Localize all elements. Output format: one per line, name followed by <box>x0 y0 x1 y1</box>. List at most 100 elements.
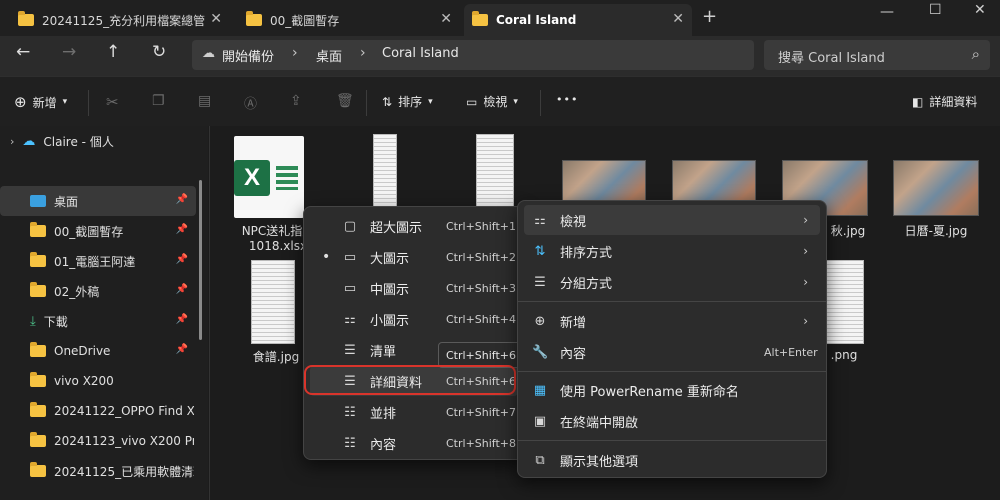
file-item-doc[interactable] <box>373 134 397 216</box>
divider <box>366 90 367 116</box>
sidebar-item-downloads[interactable]: ⤓ 下載 📌 <box>0 306 196 336</box>
menu-item-large-icons[interactable]: • ▭ 大圖示 Ctrl+Shift+2 <box>310 242 518 272</box>
sidebar-item-onedrive[interactable]: OneDrive 📌 <box>0 336 196 366</box>
maximize-button[interactable]: ☐ <box>929 2 942 18</box>
sidebar-item-desktop[interactable]: 桌面 📌 <box>0 186 196 216</box>
delete-icon[interactable]: 🗑 <box>336 93 354 109</box>
sidebar-item-label: 00_截圖暫存 <box>54 224 124 239</box>
sort-button[interactable]: ⇅ 排序 ▾ <box>382 93 433 110</box>
tab-screenshot-guide[interactable]: 20241125_充分利用檔案總管 ✕ <box>10 4 230 36</box>
back-arrow-icon[interactable]: ← <box>16 42 30 62</box>
divider <box>518 301 826 302</box>
chevron-right-icon[interactable]: › <box>292 45 298 61</box>
new-button[interactable]: ⊕ 新增 ▾ <box>14 93 67 111</box>
sidebar-scrollbar[interactable] <box>199 180 202 340</box>
minimize-button[interactable]: — <box>880 4 894 20</box>
sidebar-item-software-cleanup[interactable]: 20241125_已乘用軟體清理 <box>0 456 196 486</box>
sidebar-item-label: 20241122_OPPO Find X8 ... <box>54 404 194 418</box>
new-tab-button[interactable]: + <box>702 6 717 27</box>
view-submenu: ▢ 超大圖示 Ctrl+Shift+1 • ▭ 大圖示 Ctrl+Shift+2… <box>303 206 525 460</box>
menu-item-properties[interactable]: 🔧 內容 Alt+Enter <box>524 337 820 367</box>
tab-bar: 20241125_充分利用檔案總管 ✕ 00_截圖暫存 ✕ Coral Isla… <box>0 0 1000 36</box>
menu-item-small-icons[interactable]: ⚏ 小圖示 Ctrl+Shift+4 <box>310 304 518 334</box>
view-button[interactable]: ▭ 檢視 ▾ <box>466 93 518 110</box>
chevron-right-icon[interactable]: › <box>10 135 14 148</box>
share-icon[interactable]: ⇪ <box>290 93 302 109</box>
close-icon[interactable]: ✕ <box>440 11 452 27</box>
tiles-icon: ☷ <box>344 404 356 420</box>
search-icon[interactable]: ⌕ <box>972 45 980 63</box>
sidebar-item-label: 02_外稿 <box>54 284 100 299</box>
menu-item-powerrename[interactable]: ▦ 使用 PowerRename 重新命名 <box>524 375 820 405</box>
menu-item-view[interactable]: ⚏ 檢視 › <box>524 205 820 235</box>
menu-item-group-by[interactable]: ☰ 分組方式 › <box>524 267 820 297</box>
rename-icon[interactable]: Ⓐ <box>244 93 257 112</box>
menu-item-new[interactable]: ⊕ 新增 › <box>524 306 820 336</box>
tab-label: 20241125_充分利用檔案總管 <box>42 13 206 28</box>
file-item-doc[interactable] <box>476 134 514 216</box>
search-input[interactable]: 搜尋 Coral Island <box>778 47 885 66</box>
breadcrumb-root[interactable]: 開始備份 <box>222 46 274 65</box>
sidebar-item-screenshot-temp[interactable]: 00_截圖暫存 📌 <box>0 216 196 246</box>
menu-item-extra-large-icons[interactable]: ▢ 超大圖示 Ctrl+Shift+1 <box>310 211 518 241</box>
menu-item-label: 在終端中開啟 <box>560 415 639 431</box>
breadcrumb-coral-island[interactable]: Coral Island <box>382 46 459 61</box>
file-item-recipe[interactable] <box>251 260 295 344</box>
copy-icon[interactable]: ❐ <box>152 93 165 109</box>
divider <box>518 371 826 372</box>
menu-item-medium-icons[interactable]: ▭ 中圖示 Ctrl+Shift+3 <box>310 273 518 303</box>
terminal-icon: ▣ <box>533 413 547 429</box>
powerrename-icon: ▦ <box>533 382 547 398</box>
large-icons-icon: ▭ <box>343 249 357 265</box>
file-item-png[interactable] <box>826 260 864 344</box>
shortcut-label: Alt+Enter <box>764 345 818 359</box>
sidebar-item-label: 桌面 <box>54 194 79 209</box>
tab-coral-island[interactable]: Coral Island ✕ <box>464 4 692 36</box>
sidebar-item-oppo[interactable]: 20241122_OPPO Find X8 ... <box>0 396 196 426</box>
pin-icon[interactable]: 📌 <box>176 284 188 295</box>
sidebar-item-vivo-x200[interactable]: vivo X200 <box>0 366 196 396</box>
up-arrow-icon[interactable]: ↑ <box>106 42 120 62</box>
menu-item-label: 分組方式 <box>560 276 613 292</box>
pin-icon[interactable]: 📌 <box>176 194 188 205</box>
shortcut-label: Ctrl+Shift+2 <box>446 250 517 264</box>
folder-icon <box>18 11 34 26</box>
folder-icon <box>30 462 46 477</box>
menu-item-content[interactable]: ☷ 內容 Ctrl+Shift+8 <box>310 428 518 458</box>
file-name: .png <box>830 348 858 362</box>
cut-icon[interactable]: ✂ <box>106 93 119 111</box>
sidebar-item-label: vivo X200 <box>54 374 114 388</box>
tab-screenshot-temp[interactable]: 00_截圖暫存 ✕ <box>238 4 460 36</box>
paste-icon[interactable]: ▤ <box>198 93 211 109</box>
pin-icon[interactable]: 📌 <box>176 344 188 355</box>
sidebar-item-vivo-pro[interactable]: 20241123_vivo X200 Pro ... <box>0 426 196 456</box>
sidebar-item-external[interactable]: 02_外稿 📌 <box>0 276 196 306</box>
excel-badge: X <box>234 160 270 196</box>
menu-item-tiles[interactable]: ☷ 並排 Ctrl+Shift+7 <box>310 397 518 427</box>
highlight-annotation <box>304 365 516 395</box>
close-icon[interactable]: ✕ <box>672 11 684 27</box>
sidebar-item-onedrive-personal[interactable]: › ☁ Claire - 個人 <box>0 126 196 156</box>
menu-item-label: 顯示其他選項 <box>560 454 639 470</box>
pin-icon[interactable]: 📌 <box>176 224 188 235</box>
menu-item-sort-by[interactable]: ⇅ 排序方式 › <box>524 236 820 266</box>
menu-item-show-more-options[interactable]: ⧉ 顯示其他選項 <box>524 445 820 475</box>
pin-icon[interactable]: 📌 <box>176 314 188 325</box>
forward-arrow-icon[interactable]: → <box>62 42 76 62</box>
file-item-summer-calendar[interactable] <box>893 160 979 216</box>
close-window-button[interactable]: ✕ <box>974 2 986 18</box>
refresh-icon[interactable]: ↻ <box>152 42 166 62</box>
search-box[interactable]: 搜尋 Coral Island ⌕ <box>764 40 990 70</box>
list-icon: ☰ <box>344 342 356 358</box>
chevron-down-icon: ▾ <box>428 96 433 107</box>
close-icon[interactable]: ✕ <box>210 11 222 27</box>
chevron-right-icon[interactable]: › <box>360 45 366 61</box>
address-bar[interactable]: ☁ 開始備份 › 桌面 › Coral Island <box>192 40 754 70</box>
pin-icon[interactable]: 📌 <box>176 254 188 265</box>
details-pane-button[interactable]: ◧ 詳細資料 <box>912 93 977 110</box>
sidebar-item-computer-king[interactable]: 01_電腦王阿達 📌 <box>0 246 196 276</box>
menu-item-open-terminal[interactable]: ▣ 在終端中開啟 <box>524 406 820 436</box>
breadcrumb-desktop[interactable]: 桌面 <box>316 46 342 65</box>
details-pane-icon: ◧ <box>912 94 924 109</box>
more-options-button[interactable]: ••• <box>556 93 578 106</box>
